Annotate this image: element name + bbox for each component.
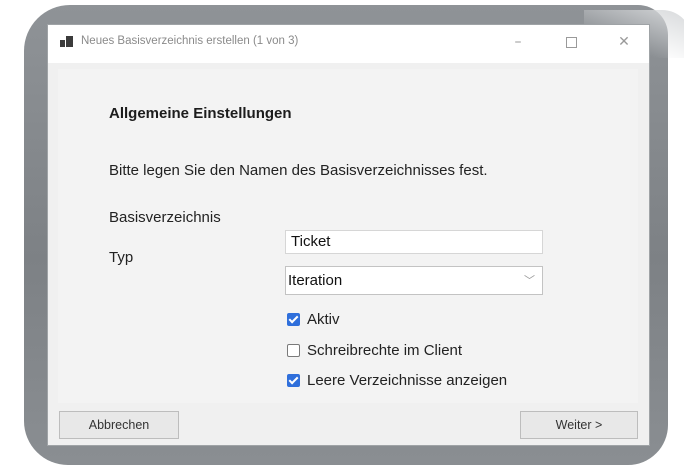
- content-panel: Allgemeine Einstellungen Bitte legen Sie…: [58, 69, 638, 403]
- checkbox-label: Aktiv: [307, 311, 340, 328]
- title-bar: Neues Basisverzeichnis erstellen (1 von …: [48, 25, 649, 63]
- type-select-value: Iteration: [288, 272, 343, 289]
- checkbox-checked-icon[interactable]: [287, 313, 300, 326]
- chevron-down-icon: ﹀: [524, 275, 535, 287]
- maximize-button[interactable]: [556, 31, 586, 53]
- checkbox-label: Schreibrechte im Client: [307, 342, 463, 359]
- app-window-icon: [60, 36, 73, 47]
- checkbox-label: Leere Verzeichnisse anzeigen: [307, 372, 508, 389]
- section-heading: Allgemeine Einstellungen: [109, 105, 292, 122]
- close-button[interactable]: ✕: [609, 31, 639, 53]
- window-title: Neues Basisverzeichnis erstellen (1 von …: [81, 35, 299, 47]
- minimize-button[interactable]: –: [503, 31, 533, 53]
- type-label: Typ: [109, 249, 134, 266]
- type-select[interactable]: Iteration ﹀: [285, 266, 543, 295]
- next-button[interactable]: Weiter >: [520, 411, 638, 439]
- description-text: Bitte legen Sie den Namen des Basisverze…: [109, 162, 488, 179]
- checkbox-checked-icon[interactable]: [287, 374, 300, 387]
- maximize-icon: [565, 37, 577, 48]
- checkbox-unchecked-icon[interactable]: [287, 344, 300, 357]
- name-label: Basisverzeichnis: [109, 209, 221, 226]
- name-input[interactable]: Ticket: [285, 230, 543, 254]
- cancel-button[interactable]: Abbrechen: [59, 411, 179, 439]
- close-icon: ✕: [618, 34, 630, 50]
- dialog-window: Neues Basisverzeichnis erstellen (1 von …: [47, 24, 650, 446]
- minimize-icon: –: [514, 34, 522, 50]
